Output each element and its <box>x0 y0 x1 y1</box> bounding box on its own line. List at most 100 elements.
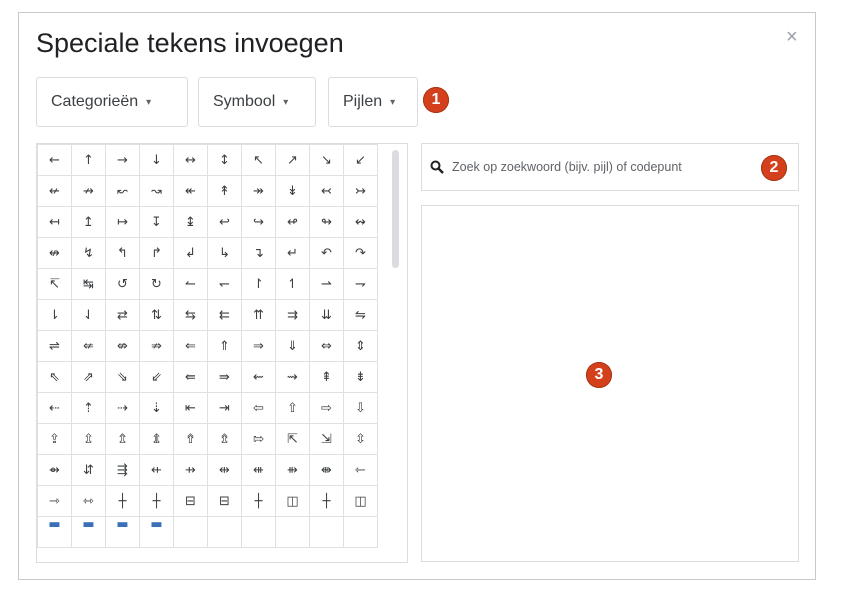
symbol-cell[interactable]: ⇏ <box>139 330 174 362</box>
symbol-cell[interactable]: ◫ <box>275 485 310 517</box>
symbol-cell[interactable]: ↵ <box>275 237 310 269</box>
symbol-cell[interactable]: ⇀ <box>309 268 344 300</box>
symbol-cell[interactable] <box>275 516 310 548</box>
symbol-cell[interactable]: ↓ <box>139 144 174 176</box>
symbol-cell[interactable]: ⇮ <box>173 423 208 455</box>
symbol-cell[interactable] <box>241 516 276 548</box>
symbol-cell[interactable]: ↟ <box>207 175 242 207</box>
symbol-cell[interactable]: ⇃ <box>71 299 106 331</box>
symbol-cell[interactable] <box>343 516 378 548</box>
symbol-cell[interactable]: ↸ <box>37 268 72 300</box>
symbol-cell[interactable]: ⇾ <box>37 485 72 517</box>
category-dropdown[interactable]: Categorieën ▾ <box>36 77 188 127</box>
symbol-cell[interactable]: ⇔ <box>309 330 344 362</box>
symbol-cell[interactable]: ┼ <box>105 485 140 517</box>
symbol-cell[interactable]: ⇐ <box>173 330 208 362</box>
symbol-cell[interactable]: ↞ <box>173 175 208 207</box>
symbol-cell[interactable]: ⇅ <box>139 299 174 331</box>
subcategory-dropdown[interactable]: Symbool ▾ <box>198 77 316 127</box>
symbol-cell[interactable]: ◫ <box>343 485 378 517</box>
symbol-cell[interactable]: ↻ <box>139 268 174 300</box>
symbol-cell[interactable]: ┼ <box>139 485 174 517</box>
symbol-cell[interactable]: ⇆ <box>173 299 208 331</box>
symbol-cell[interactable]: ⇠ <box>37 392 72 424</box>
symbol-cell[interactable]: ⇲ <box>309 423 344 455</box>
symbol-cell[interactable]: ⇛ <box>207 361 242 393</box>
symbol-cell[interactable]: ⇰ <box>241 423 276 455</box>
symbol-cell[interactable]: ⊟ <box>173 485 208 517</box>
symbol-cell[interactable]: ↡ <box>275 175 310 207</box>
symbol-cell[interactable]: ↽ <box>207 268 242 300</box>
symbol-cell[interactable]: ⇚ <box>173 361 208 393</box>
symbol-cell[interactable]: ↮ <box>37 237 72 269</box>
symbol-cell[interactable]: ↳ <box>207 237 242 269</box>
symbol-cell[interactable]: ↠ <box>241 175 276 207</box>
symbol-cell[interactable]: ⊟ <box>207 485 242 517</box>
symbol-cell[interactable]: ⇖ <box>37 361 72 393</box>
symbol-cell[interactable]: ⇊ <box>309 299 344 331</box>
symbol-cell[interactable]: ⇹ <box>207 454 242 486</box>
close-icon[interactable]: × <box>786 26 798 49</box>
symbol-cell[interactable]: ↬ <box>309 206 344 238</box>
symbol-cell[interactable]: ↥ <box>71 206 106 238</box>
symbol-cell[interactable]: ⇨ <box>309 392 344 424</box>
symbol-cell[interactable]: ⇤ <box>173 392 208 424</box>
symbol-cell[interactable]: ⇇ <box>207 299 242 331</box>
symbol-cell[interactable]: ↚ <box>37 175 72 207</box>
symbol-cell[interactable]: ↭ <box>343 206 378 238</box>
symbol-cell[interactable]: ⇺ <box>241 454 276 486</box>
symbol-cell[interactable]: ⇌ <box>37 330 72 362</box>
symbol-cell[interactable]: ⇝ <box>275 361 310 393</box>
symbol-cell[interactable]: ┼ <box>309 485 344 517</box>
symbol-cell[interactable]: ↔ <box>173 144 208 176</box>
search-input[interactable] <box>450 159 764 175</box>
symbol-cell[interactable]: ⇘ <box>105 361 140 393</box>
symbol-cell[interactable]: ⇙ <box>139 361 174 393</box>
symbol-cell[interactable]: ⇸ <box>173 454 208 486</box>
symbol-cell[interactable]: ↱ <box>139 237 174 269</box>
symbol-cell[interactable]: ↖ <box>241 144 276 176</box>
symbol-cell[interactable]: ⇉ <box>275 299 310 331</box>
symbol-cell[interactable]: ⇕ <box>343 330 378 362</box>
symbol-cell[interactable]: ⇥ <box>207 392 242 424</box>
symbol-cell[interactable]: ⇪ <box>37 423 72 455</box>
symbol-cell[interactable]: ↫ <box>275 206 310 238</box>
symbol-cell[interactable]: ⇎ <box>105 330 140 362</box>
symbol-cell[interactable]: ↩ <box>207 206 242 238</box>
symbol-cell[interactable]: ⇟ <box>343 361 378 393</box>
symbol-cell[interactable]: ▬ <box>139 516 174 548</box>
symbol-cell[interactable]: ⇽ <box>343 454 378 486</box>
symbol-cell[interactable]: ⇷ <box>139 454 174 486</box>
symbol-cell[interactable]: ⇳ <box>343 423 378 455</box>
symbol-cell[interactable]: ↴ <box>241 237 276 269</box>
symbol-cell[interactable]: → <box>105 144 140 176</box>
symbol-cell[interactable]: ⇓ <box>275 330 310 362</box>
type-dropdown[interactable]: Pijlen ▾ <box>328 77 418 127</box>
symbol-cell[interactable]: ↯ <box>71 237 106 269</box>
symbol-cell[interactable] <box>207 516 242 548</box>
symbol-cell[interactable]: ↛ <box>71 175 106 207</box>
symbol-cell[interactable]: ⇡ <box>71 392 106 424</box>
symbol-cell[interactable]: ⇭ <box>139 423 174 455</box>
symbol-cell[interactable]: ⇄ <box>105 299 140 331</box>
symbol-cell[interactable]: ⇁ <box>343 268 378 300</box>
symbol-cell[interactable]: ↲ <box>173 237 208 269</box>
symbol-cell[interactable]: ↢ <box>309 175 344 207</box>
symbol-cell[interactable] <box>173 516 208 548</box>
symbol-cell[interactable]: ⇧ <box>275 392 310 424</box>
symbol-cell[interactable]: ↗ <box>275 144 310 176</box>
symbol-cell[interactable]: ↺ <box>105 268 140 300</box>
symbol-cell[interactable] <box>309 516 344 548</box>
symbol-cell[interactable]: ⇯ <box>207 423 242 455</box>
symbol-cell[interactable]: ⇂ <box>37 299 72 331</box>
symbol-cell[interactable]: ↦ <box>105 206 140 238</box>
symbol-cell[interactable]: ↶ <box>309 237 344 269</box>
symbol-cell[interactable]: ⇴ <box>37 454 72 486</box>
symbol-cell[interactable]: ↧ <box>139 206 174 238</box>
symbol-cell[interactable]: ⇑ <box>207 330 242 362</box>
symbol-cell[interactable]: ⇼ <box>309 454 344 486</box>
symbol-cell[interactable]: ↾ <box>241 268 276 300</box>
symbol-cell[interactable]: ↝ <box>139 175 174 207</box>
symbol-cell[interactable]: ⇒ <box>241 330 276 362</box>
symbol-cell[interactable]: ⇵ <box>71 454 106 486</box>
